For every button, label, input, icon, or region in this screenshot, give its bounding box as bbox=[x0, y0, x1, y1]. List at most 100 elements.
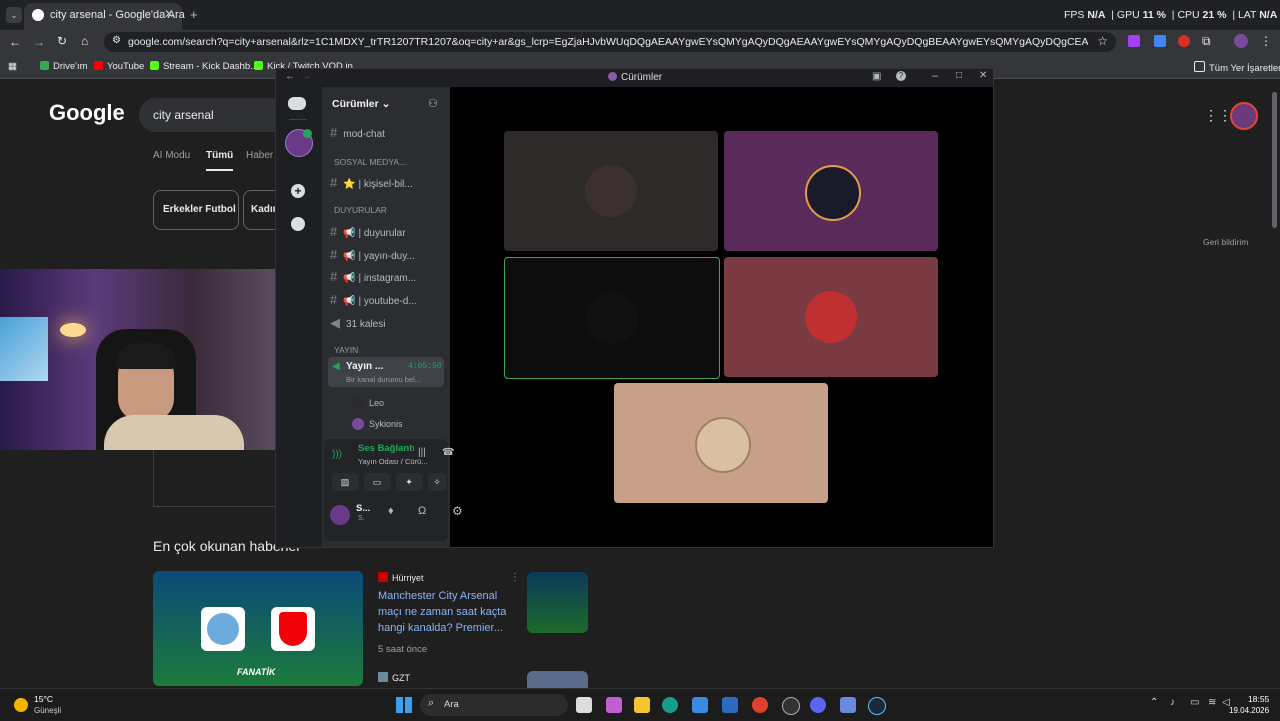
noise-suppression-icon[interactable]: ||| bbox=[418, 447, 426, 458]
video-tile-2[interactable] bbox=[724, 131, 938, 251]
discord-icon[interactable] bbox=[810, 697, 826, 713]
headphones-icon[interactable]: Ω bbox=[418, 505, 426, 517]
news-side-thumbnail-2[interactable] bbox=[527, 671, 588, 688]
bookmark-star-icon[interactable]: ☆ bbox=[1097, 34, 1108, 48]
voice-user-sykionis[interactable]: Sykionis bbox=[352, 418, 403, 430]
extension-shield-icon[interactable] bbox=[1154, 35, 1166, 47]
microphone-icon[interactable]: ♦ bbox=[388, 505, 394, 517]
disconnect-icon[interactable]: ☎ bbox=[442, 447, 454, 458]
tray-display-icon[interactable]: ▭ bbox=[1190, 697, 1199, 708]
site-info-icon[interactable]: ⚙ bbox=[112, 35, 121, 46]
filter-chip-men-football[interactable]: Erkekler Futbol bbox=[153, 190, 239, 230]
close-tab-icon[interactable]: ✕ bbox=[164, 7, 174, 21]
back-arrow-icon[interactable]: ← bbox=[285, 71, 295, 82]
store-icon[interactable] bbox=[692, 697, 708, 713]
tray-mic-icon[interactable]: ♪ bbox=[1170, 697, 1175, 708]
reload-icon[interactable]: ↻ bbox=[57, 34, 67, 48]
category-announcements[interactable]: DUYURULAR bbox=[334, 205, 387, 215]
profile-avatar-icon[interactable] bbox=[1234, 34, 1248, 48]
channel-personal[interactable]: # ⭐ | kişisel-bil... bbox=[330, 175, 413, 190]
apps-grid-icon[interactable]: ▦ bbox=[8, 61, 17, 72]
news-more-icon[interactable]: ⋮ bbox=[510, 572, 520, 583]
tray-chevron-icon[interactable]: ⌃ bbox=[1150, 697, 1158, 708]
maximize-icon[interactable]: □ bbox=[956, 70, 962, 81]
new-tab-icon[interactable]: + bbox=[190, 7, 198, 22]
channel-stream-announcements[interactable]: # 📢 | yayın-duy... bbox=[330, 247, 415, 262]
browser-tab[interactable]: city arsenal - Google'da Ara ✕ bbox=[24, 3, 185, 30]
weather-temp[interactable]: 15°C bbox=[34, 694, 53, 704]
voice-user-leo[interactable]: Leo bbox=[352, 397, 384, 409]
mail-icon[interactable] bbox=[722, 697, 738, 713]
steam-icon[interactable] bbox=[868, 697, 886, 715]
start-windows-icon[interactable] bbox=[396, 697, 412, 713]
back-icon[interactable]: ← bbox=[9, 35, 21, 49]
settings-gear-icon[interactable]: ⚙ bbox=[452, 504, 463, 518]
channel-instagram[interactable]: # 📢 | instagram... bbox=[330, 269, 416, 284]
soundboard-button[interactable]: ✧ bbox=[428, 473, 446, 491]
news-title-link[interactable]: Manchester City Arsenal maçı ne zaman sa… bbox=[378, 588, 508, 636]
channel-youtube[interactable]: # 📢 | youtube-d... bbox=[330, 292, 417, 307]
camera-off-button[interactable]: ▨ bbox=[332, 473, 358, 491]
search-input[interactable]: city arsenal bbox=[139, 98, 289, 132]
tab-news[interactable]: Haber bbox=[246, 150, 273, 161]
filter-chip-women[interactable]: Kadın bbox=[243, 190, 279, 230]
app-icon[interactable] bbox=[840, 697, 856, 713]
chrome-icon[interactable] bbox=[752, 697, 768, 713]
active-voice-channel[interactable]: ◀ Yayın ... 4:05:50 Bir kanal durumu bel… bbox=[328, 357, 444, 387]
server-header[interactable]: Cürümler ⌄ bbox=[332, 98, 390, 110]
forward-arrow-icon[interactable]: → bbox=[301, 71, 311, 82]
tray-wifi-icon[interactable]: ≋ bbox=[1208, 697, 1216, 708]
edge-icon[interactable] bbox=[662, 697, 678, 713]
help-icon[interactable]: ? bbox=[896, 71, 906, 81]
connection-status[interactable]: Ses Bağlantısı K bbox=[358, 443, 414, 454]
extension-pen-icon[interactable] bbox=[1128, 35, 1140, 47]
google-apps-icon[interactable]: ⋮⋮ bbox=[1204, 107, 1232, 124]
news-side-thumbnail[interactable] bbox=[527, 572, 588, 633]
voice-channel-31[interactable]: ◀ 31 kalesi bbox=[330, 315, 385, 331]
channel-mod-chat[interactable]: # mod-chat bbox=[330, 125, 385, 140]
tab-search-button[interactable]: ⌄ bbox=[6, 7, 22, 23]
video-tile-4[interactable] bbox=[724, 257, 938, 377]
discord-home-icon[interactable] bbox=[288, 97, 306, 110]
add-member-icon[interactable]: ⚇ bbox=[428, 97, 438, 110]
add-server-icon[interactable]: + bbox=[291, 184, 305, 198]
extensions-puzzle-icon[interactable]: ⧉ bbox=[1202, 34, 1211, 49]
news-thumbnail[interactable]: FANATİK bbox=[153, 571, 363, 686]
bookmark-item[interactable]: YouTube bbox=[94, 61, 144, 72]
obs-icon[interactable] bbox=[782, 697, 800, 715]
page-scrollbar[interactable] bbox=[1272, 92, 1277, 228]
file-explorer-icon[interactable] bbox=[634, 697, 650, 713]
task-view-icon[interactable] bbox=[576, 697, 592, 713]
tab-all[interactable]: Tümü bbox=[206, 150, 234, 171]
video-tile-3-speaking[interactable] bbox=[504, 257, 720, 379]
chrome-menu-icon[interactable]: ⋮ bbox=[1260, 34, 1272, 48]
video-tile-1[interactable] bbox=[504, 131, 718, 251]
google-logo[interactable]: Google bbox=[49, 100, 125, 126]
category-social[interactable]: SOSYAL MEDYA... bbox=[334, 157, 406, 167]
activities-button[interactable]: ✦ bbox=[396, 473, 422, 491]
extension-red-icon[interactable] bbox=[1178, 35, 1190, 47]
user-avatar[interactable] bbox=[330, 505, 350, 525]
channel-announcements[interactable]: # 📢 | duyurular bbox=[330, 224, 406, 239]
clock-time[interactable]: 18:55 bbox=[1248, 694, 1269, 704]
google-account-avatar[interactable] bbox=[1230, 102, 1258, 130]
voice-timer: 4:05:50 bbox=[408, 362, 442, 371]
weather-sun-icon[interactable] bbox=[14, 698, 28, 712]
home-icon[interactable]: ⌂ bbox=[81, 34, 88, 48]
taskbar-search[interactable]: ⌕ Ara bbox=[420, 694, 568, 716]
tab-ai-mode[interactable]: AI Modu bbox=[153, 150, 190, 161]
bookmark-item[interactable]: Drive'ım bbox=[40, 61, 88, 72]
feedback-link[interactable]: Geri bildirim bbox=[1203, 237, 1248, 247]
video-tile-5[interactable] bbox=[614, 383, 828, 503]
close-icon[interactable]: ✕ bbox=[979, 70, 987, 81]
screen-share-button[interactable]: ▭ bbox=[364, 473, 390, 491]
forward-icon[interactable]: → bbox=[33, 35, 45, 49]
address-bar[interactable]: ⚙ google.com/search?q=city+arsenal&rlz=1… bbox=[104, 32, 1116, 52]
minimize-icon[interactable]: – bbox=[932, 70, 938, 82]
all-bookmarks-folder[interactable]: Tüm Yer İşaretleri bbox=[1194, 61, 1280, 74]
bookmark-item[interactable]: Stream - Kick Dashb... bbox=[150, 61, 258, 72]
discover-icon[interactable] bbox=[291, 217, 305, 231]
category-stream[interactable]: YAYIN bbox=[334, 345, 358, 355]
inbox-icon[interactable]: ▣ bbox=[872, 71, 881, 82]
widgets-icon[interactable] bbox=[606, 697, 622, 713]
